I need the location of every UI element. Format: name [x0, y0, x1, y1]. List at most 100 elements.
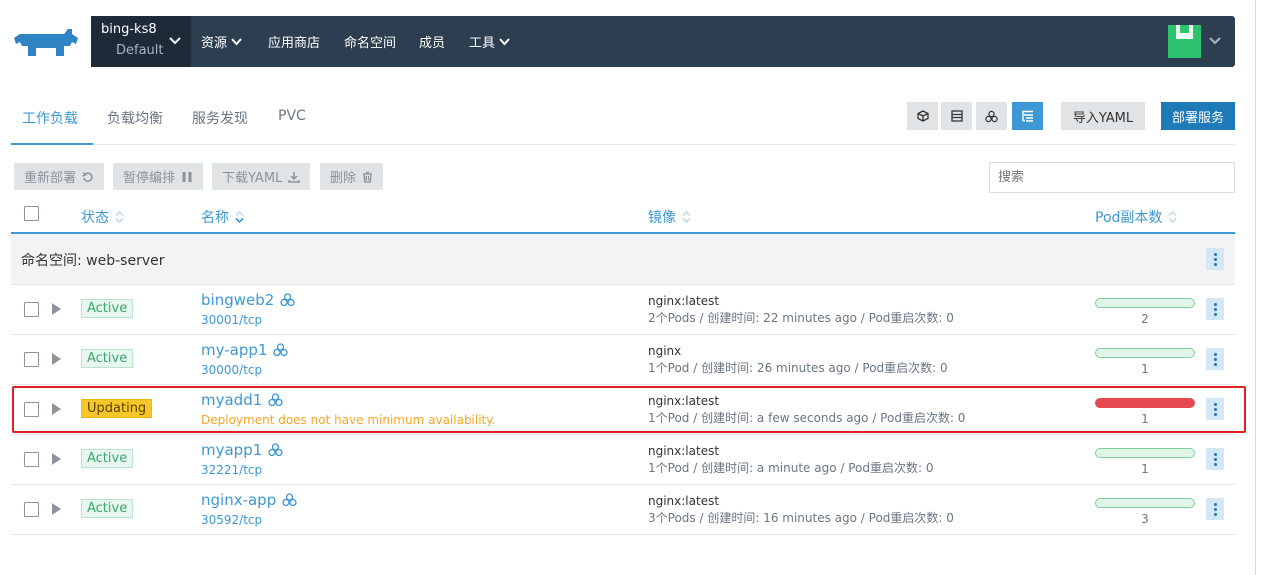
view-tree-button[interactable]	[1012, 102, 1043, 130]
workload-meta: 1个Pod / 创建时间: 26 minutes ago / Pod重启次数: …	[648, 361, 948, 375]
tab-load-balancing[interactable]: 负载均衡	[107, 108, 163, 128]
pause-button[interactable]: 暂停编排	[113, 163, 204, 190]
nav-resources[interactable]: 资源	[201, 32, 242, 51]
row-menu-button[interactable]	[1206, 348, 1224, 370]
cluster-switcher[interactable]: bing-ks8 Default	[91, 16, 191, 67]
nav-namespaces-label: 命名空间	[344, 36, 397, 51]
nav-app-store-label: 应用商店	[268, 36, 321, 51]
endpoint-link[interactable]: 32221/tcp	[201, 463, 262, 477]
chevron-down-icon[interactable]	[1209, 37, 1221, 45]
sort-icon	[682, 211, 691, 223]
image-name: nginx:latest	[648, 444, 720, 458]
pod-count: 1	[1141, 362, 1149, 376]
sort-icon	[1168, 211, 1177, 223]
col-status-header[interactable]: 状态	[81, 207, 124, 227]
download-yaml-label: 下载YAML	[222, 171, 283, 186]
active-tab-indicator	[11, 143, 93, 145]
tab-pvc[interactable]: PVC	[278, 108, 306, 124]
nav-members[interactable]: 成员	[419, 32, 445, 51]
select-all-checkbox[interactable]	[24, 206, 39, 221]
col-name-header[interactable]: 名称	[201, 207, 244, 227]
row-menu-button[interactable]	[1206, 498, 1224, 520]
redeploy-label: 重新部署	[24, 171, 77, 186]
status-badge: Active	[81, 449, 134, 468]
status-badge: Active	[81, 299, 134, 318]
row-checkbox[interactable]	[24, 452, 39, 467]
page-edge	[1255, 0, 1256, 575]
expand-icon[interactable]	[52, 453, 61, 465]
tree-list-icon	[1022, 110, 1033, 122]
pod-status-bar	[1095, 498, 1195, 508]
view-group-button[interactable]	[976, 102, 1007, 130]
import-yaml-button[interactable]: 导入YAML	[1061, 102, 1145, 130]
nav-resources-label: 资源	[201, 36, 228, 51]
col-pods-label: Pod副本数	[1095, 210, 1163, 226]
workload-name: bingweb2	[201, 291, 275, 309]
tab-workloads[interactable]: 工作负载	[22, 108, 78, 128]
row-checkbox[interactable]	[24, 502, 39, 517]
download-icon	[288, 171, 301, 183]
nav-namespaces[interactable]: 命名空间	[344, 32, 396, 51]
col-status-label: 状态	[81, 210, 109, 226]
view-list-button[interactable]	[941, 102, 972, 130]
table-row[interactable]: Active my-app1 30000/tcp nginx 1个Pod / 创…	[11, 335, 1235, 385]
col-name-label: 名称	[201, 210, 229, 226]
chevron-down-icon	[169, 37, 181, 45]
row-menu-button[interactable]	[1206, 448, 1224, 470]
redeploy-button[interactable]: 重新部署	[14, 163, 105, 190]
cluster-icon	[280, 293, 295, 307]
cluster-icon	[985, 110, 998, 122]
pod-status-bar	[1095, 348, 1195, 358]
expand-icon[interactable]	[52, 503, 61, 515]
row-menu-button[interactable]	[1206, 298, 1224, 320]
image-name: nginx:latest	[648, 294, 720, 308]
avatar[interactable]	[1168, 25, 1201, 58]
workload-name-link[interactable]: bingweb2	[201, 291, 295, 309]
chevron-down-icon	[231, 37, 242, 45]
cube-icon	[916, 110, 929, 122]
delete-label: 删除	[330, 171, 357, 186]
workload-meta: 2个Pods / 创建时间: 22 minutes ago / Pod重启次数:…	[648, 311, 954, 325]
row-checkbox[interactable]	[24, 352, 39, 367]
row-checkbox[interactable]	[24, 302, 39, 317]
expand-icon[interactable]	[52, 353, 61, 365]
image-name: nginx:latest	[648, 494, 720, 508]
pod-count: 1	[1141, 462, 1149, 476]
endpoint-link[interactable]: 30000/tcp	[201, 363, 262, 377]
workload-name-link[interactable]: myapp1	[201, 441, 283, 459]
cluster-name: bing-ks8	[101, 22, 157, 37]
view-node-button[interactable]	[907, 102, 938, 130]
sort-icon	[235, 211, 244, 224]
namespace-group-row: 命名空间: web-server	[11, 234, 1235, 285]
endpoint-link[interactable]: 30001/tcp	[201, 313, 262, 327]
workload-name: myapp1	[201, 441, 263, 459]
project-name: Default	[116, 43, 164, 58]
workload-meta: 3个Pods / 创建时间: 16 minutes ago / Pod重启次数:…	[648, 511, 954, 525]
group-menu-button[interactable]	[1206, 248, 1224, 270]
table-row[interactable]: Active bingweb2 30001/tcp nginx:latest 2…	[11, 285, 1235, 335]
col-image-header[interactable]: 镜像	[648, 207, 691, 227]
col-pods-header[interactable]: Pod副本数	[1095, 207, 1177, 227]
nav-tools[interactable]: 工具	[469, 32, 510, 51]
endpoint-link[interactable]: 30592/tcp	[201, 513, 262, 527]
workload-name-link[interactable]: nginx-app	[201, 491, 297, 509]
deploy-button[interactable]: 部署服务	[1161, 102, 1235, 130]
rancher-logo[interactable]	[12, 26, 82, 60]
pod-status-bar	[1095, 448, 1195, 458]
delete-button[interactable]: 删除	[320, 163, 384, 190]
table-row[interactable]: Active nginx-app 30592/tcp nginx:latest …	[11, 485, 1235, 535]
search-input[interactable]	[989, 162, 1235, 193]
top-bar: bing-ks8 Default 资源 应用商店 命名空间 成员 工具	[0, 16, 1235, 67]
tab-service-discovery[interactable]: 服务发现	[192, 108, 248, 128]
cluster-icon	[282, 493, 297, 507]
table-row[interactable]: Active myapp1 32221/tcp nginx:latest 1个P…	[11, 435, 1235, 485]
col-image-label: 镜像	[648, 210, 676, 226]
workload-name-link[interactable]: my-app1	[201, 341, 289, 359]
cluster-icon	[268, 443, 283, 457]
nav-app-store[interactable]: 应用商店	[268, 32, 320, 51]
expand-icon[interactable]	[52, 303, 61, 315]
status-badge: Active	[81, 499, 134, 518]
chevron-down-icon	[499, 37, 510, 45]
trash-icon	[363, 171, 373, 183]
download-yaml-button[interactable]: 下载YAML	[212, 163, 311, 190]
